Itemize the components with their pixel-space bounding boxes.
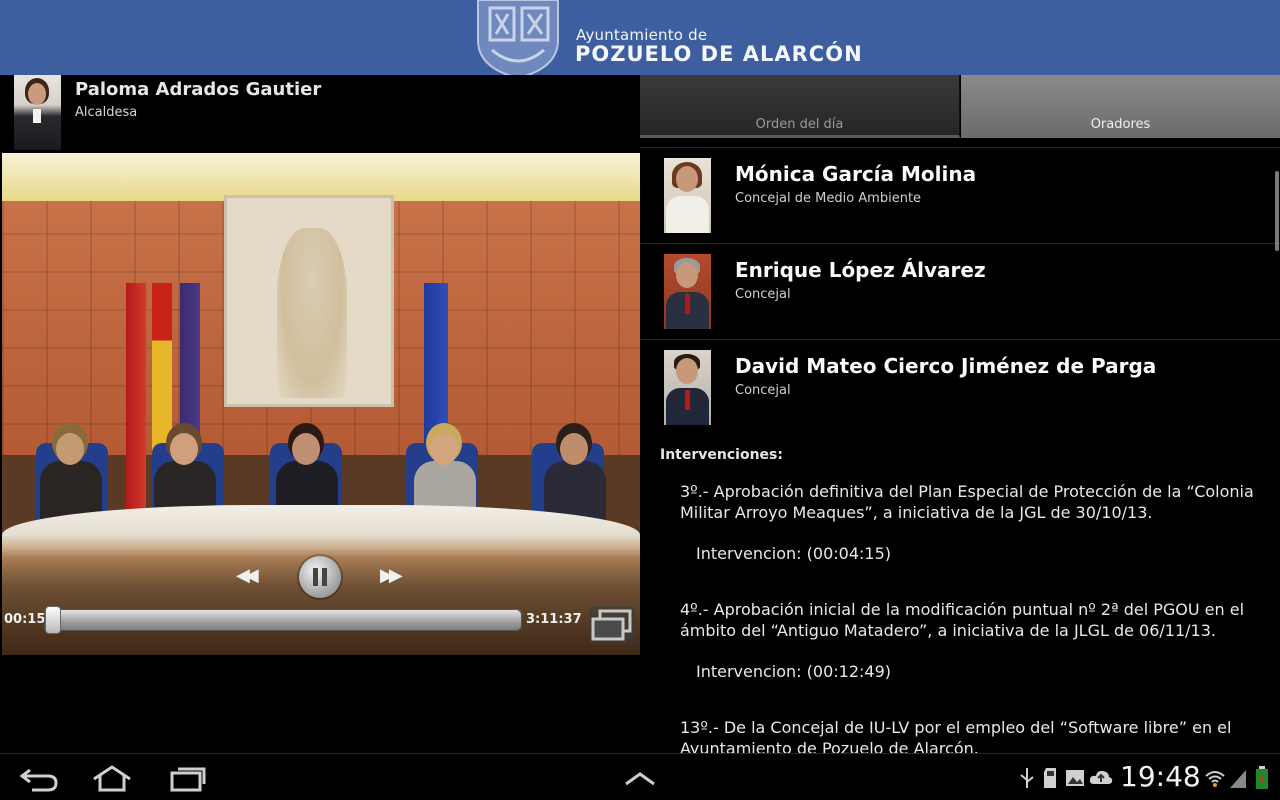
right-panel: Orden del día Oradores Mónica García Mol… [640, 75, 1280, 753]
cloud-upload-icon [1089, 770, 1113, 784]
speaker-role: Concejal de Medio Ambiente [735, 191, 922, 206]
speaker-item[interactable]: Mónica García Molina Concejal de Medio A… [640, 148, 1280, 244]
video-player[interactable]: ◀◀ ▶▶ 00:15 3:11:37 [2, 153, 640, 655]
agenda-item-text: 3º.- Aprobación definitiva del Plan Espe… [680, 482, 1254, 522]
rewind-button[interactable]: ◀◀ [236, 565, 259, 586]
speaker-item[interactable]: David Mateo Cierco Jiménez de Parga Conc… [640, 340, 1280, 436]
usb-icon [1020, 768, 1034, 788]
agenda-item-text: 13º.- De la Concejal de IU-LV por el emp… [680, 718, 1232, 753]
recent-apps-icon[interactable] [166, 764, 210, 792]
current-speaker-role: Alcaldesa [75, 105, 138, 120]
pause-button[interactable] [299, 556, 341, 598]
brand-title: POZUELO DE ALARCÓN [575, 42, 863, 66]
sd-card-icon [1044, 768, 1056, 788]
speaker-name: Mónica García Molina [735, 162, 977, 186]
crest-logo [477, 0, 559, 75]
signal-icon [1230, 770, 1246, 788]
system-navigation-bar: 19:48 [0, 753, 1280, 800]
speaker-name: David Mateo Cierco Jiménez de Parga [735, 354, 1157, 378]
left-panel: Paloma Adrados Gautier Alcaldesa ◀◀ ▶▶ 0… [0, 75, 640, 753]
home-icon[interactable] [90, 764, 134, 792]
interventions-title: Intervenciones: [660, 447, 783, 463]
speaker-photo [664, 158, 711, 233]
current-time: 00:15 [4, 612, 46, 627]
wifi-icon [1205, 771, 1225, 787]
intervention-link[interactable]: Intervencion: (00:04:15) [696, 544, 891, 563]
seek-bar[interactable] [44, 607, 522, 633]
speaker-photo [664, 254, 711, 329]
agenda-item-text: 4º.- Aprobación inicial de la modificaci… [680, 600, 1245, 640]
speaker-role: Concejal [735, 383, 791, 398]
speaker-role: Concejal [735, 287, 791, 302]
total-time: 3:11:37 [526, 612, 582, 627]
fullscreen-icon[interactable] [588, 605, 636, 645]
app-header: Ayuntamiento de POZUELO DE ALARCÓN [0, 0, 1280, 75]
tab-orden-del-dia[interactable]: Orden del día [640, 75, 960, 138]
tab-oradores[interactable]: Oradores [961, 75, 1280, 138]
chevron-up-icon[interactable] [618, 764, 662, 792]
scrollbar[interactable] [1275, 171, 1279, 251]
image-icon [1066, 770, 1084, 786]
intervention-link[interactable]: Intervencion: (00:12:49) [696, 662, 891, 681]
current-speaker-name: Paloma Adrados Gautier [75, 79, 322, 100]
current-speaker-photo [14, 75, 61, 150]
fast-forward-button[interactable]: ▶▶ [380, 565, 403, 586]
speaker-photo [664, 350, 711, 425]
speaker-name: Enrique López Álvarez [735, 258, 986, 282]
status-clock: 19:48 [1120, 760, 1201, 793]
back-icon[interactable] [18, 764, 62, 792]
battery-icon [1256, 766, 1268, 789]
speaker-item[interactable]: Enrique López Álvarez Concejal [640, 244, 1280, 340]
seek-bar-thumb[interactable] [46, 607, 60, 633]
